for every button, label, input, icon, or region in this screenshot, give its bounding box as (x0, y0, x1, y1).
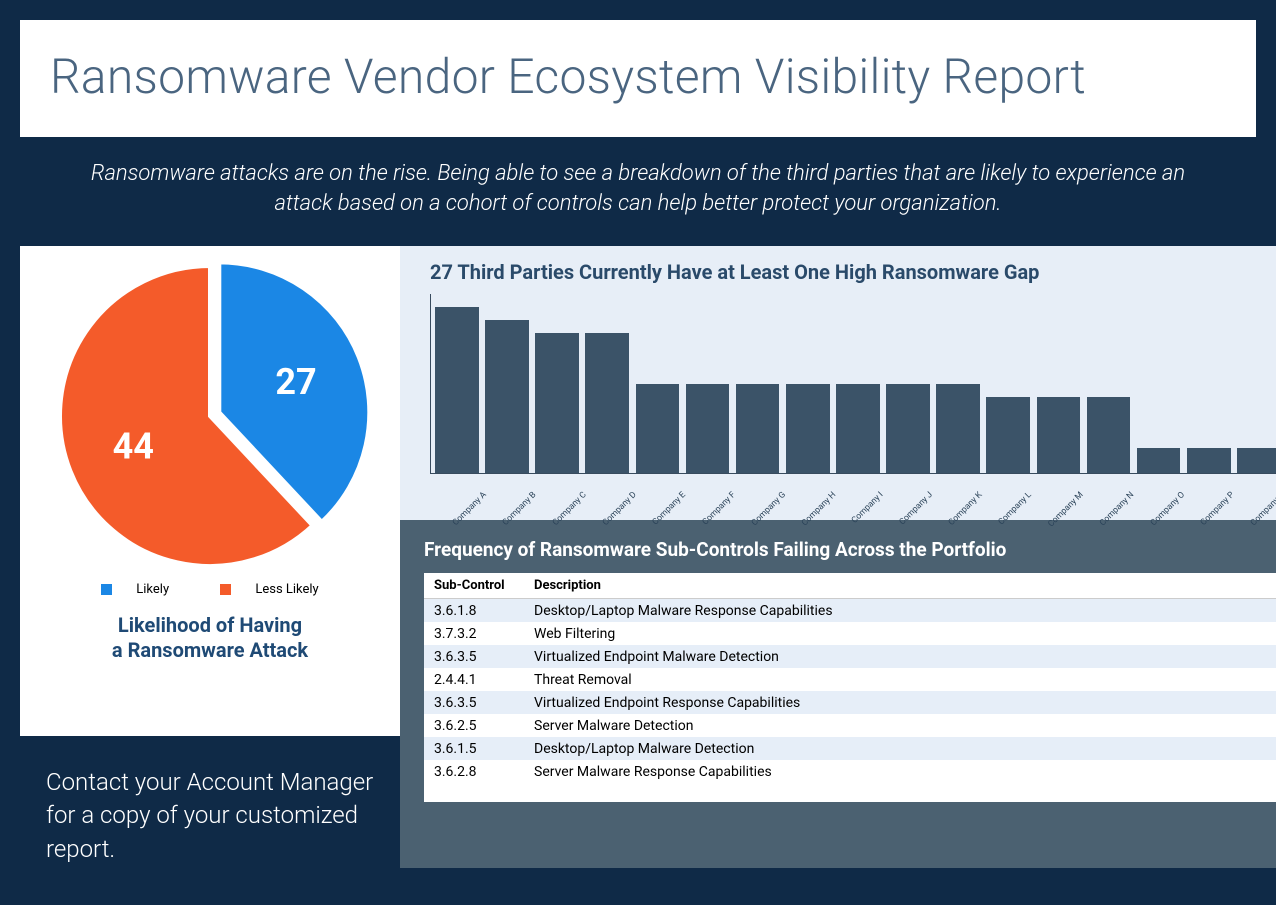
pie-card: 27 44 Likely Less Likely Likelihood of Ha… (20, 246, 400, 736)
bar (836, 384, 880, 474)
bar (636, 384, 680, 474)
cell-subcontrol: 2.4.4.1 (424, 668, 524, 691)
bar-title: 27 Third Parties Currently Have at Least… (430, 260, 1276, 284)
intro-text: Ransomware attacks are on the rise. Bein… (20, 137, 1256, 246)
table-row: 2.4.4.1Threat Removal (424, 668, 1276, 691)
left-column: 27 44 Likely Less Likely Likelihood of Ha… (20, 246, 400, 868)
bar (1187, 448, 1231, 474)
pie-caption: Likelihood of Havinga Ransomware Attack (30, 613, 390, 663)
table-header-row: Sub-Control Description (424, 573, 1276, 599)
cell-description: Desktop/Laptop Malware Detection (524, 737, 1276, 760)
bar (686, 384, 730, 474)
subcontrol-table: Sub-Control Description 3.6.1.8Desktop/L… (424, 573, 1276, 802)
bar (585, 333, 629, 474)
pie-legend: Likely Less Likely (30, 582, 390, 599)
cell-subcontrol: 3.6.3.5 (424, 691, 524, 714)
contact-note: Contact your Account Manager for a copy … (20, 736, 400, 868)
cell-description: Virtualized Endpoint Malware Detection (524, 645, 1276, 668)
bar-chart (430, 294, 1276, 474)
right-column: 27 Third Parties Currently Have at Least… (400, 246, 1276, 868)
bar (986, 397, 1030, 474)
cell-subcontrol: 3.6.2.8 (424, 760, 524, 783)
bar (1037, 397, 1081, 474)
table-row: 3.6.3.5Virtualized Endpoint Malware Dete… (424, 645, 1276, 668)
table-row: 3.6.2.5Server Malware Detection (424, 714, 1276, 737)
bar (1087, 397, 1131, 474)
table-row: 3.6.1.5Desktop/Laptop Malware Detection (424, 737, 1276, 760)
page-title: Ransomware Vendor Ecosystem Visibility R… (50, 48, 1226, 105)
bar-card: 27 Third Parties Currently Have at Least… (400, 246, 1276, 520)
bar (936, 384, 980, 474)
cell-subcontrol: 3.6.1.5 (424, 737, 524, 760)
cell-subcontrol: 3.6.3.5 (424, 645, 524, 668)
cell-description: Virtualized Endpoint Response Capabiliti… (524, 691, 1276, 714)
table-axis-row: 1510 (424, 783, 1276, 802)
table-card: Frequency of Ransomware Sub-Controls Fai… (400, 520, 1276, 868)
legend-swatch-less-likely (220, 584, 231, 595)
table-row: 3.6.2.8Server Malware Response Capabilit… (424, 760, 1276, 783)
table-row: 3.6.1.8Desktop/Laptop Malware Response C… (424, 599, 1276, 623)
table-row: 3.6.3.5Virtualized Endpoint Response Cap… (424, 691, 1276, 714)
th-description: Description (524, 573, 1276, 599)
cell-description: Server Malware Detection (524, 714, 1276, 737)
legend-label-likely: Likely (136, 582, 169, 597)
cell-description: Desktop/Laptop Malware Response Capabili… (524, 599, 1276, 623)
bar (535, 333, 579, 474)
title-bar: Ransomware Vendor Ecosystem Visibility R… (20, 20, 1256, 137)
bar (786, 384, 830, 474)
cell-subcontrol: 3.7.3.2 (424, 622, 524, 645)
bar (886, 384, 930, 474)
legend-label-less-likely: Less Likely (255, 582, 318, 597)
cell-description: Web Filtering (524, 622, 1276, 645)
cell-subcontrol: 3.6.2.5 (424, 714, 524, 737)
bar (736, 384, 780, 474)
bar (1137, 448, 1181, 474)
pie-chart: 27 44 (30, 256, 390, 576)
bar (485, 320, 529, 473)
svg-text:27: 27 (275, 361, 316, 403)
bar (1237, 448, 1276, 474)
table-row: 3.7.3.2Web Filtering (424, 622, 1276, 645)
cell-subcontrol: 3.6.1.8 (424, 599, 524, 623)
bar (435, 307, 479, 473)
svg-text:44: 44 (113, 426, 154, 468)
legend-swatch-likely (101, 584, 112, 595)
cell-description: Server Malware Response Capabilities (524, 760, 1276, 783)
report-page: Ransomware Vendor Ecosystem Visibility R… (0, 0, 1276, 905)
content-grid: 27 44 Likely Less Likely Likelihood of Ha… (20, 246, 1256, 868)
bar-labels: Company ACompany BCompany CCompany DComp… (430, 478, 1276, 488)
cell-description: Threat Removal (524, 668, 1276, 691)
legend-less-likely: Less Likely (208, 582, 330, 597)
legend-likely: Likely (89, 582, 181, 597)
table-title: Frequency of Ransomware Sub-Controls Fai… (424, 538, 1276, 561)
th-subcontrol: Sub-Control (424, 573, 524, 599)
